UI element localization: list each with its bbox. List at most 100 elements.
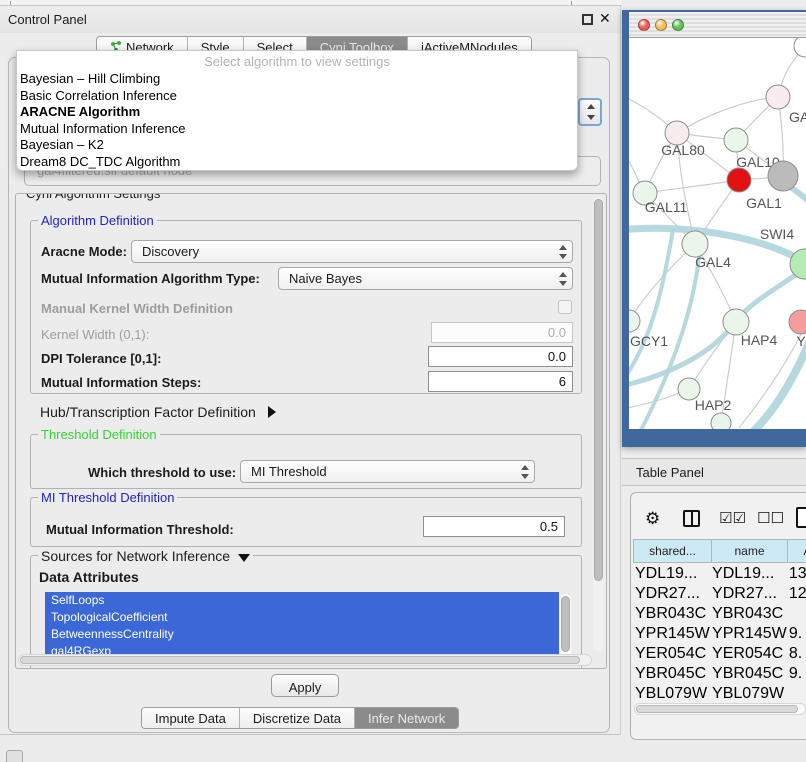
which-threshold-select[interactable]: MI Threshold	[240, 460, 535, 483]
deselect-all-icon[interactable]: ☐☐	[757, 509, 784, 527]
window-minimize-icon[interactable]	[655, 19, 667, 31]
node-label: GAL1	[746, 195, 782, 211]
column-header[interactable]: A	[788, 540, 806, 563]
which-threshold-label: Which threshold to use:	[88, 465, 236, 480]
algorithm-combo-stepper[interactable]	[578, 98, 602, 126]
column-manager-icon[interactable]	[683, 510, 700, 527]
network-canvas[interactable]: GALGAL80GAL10GAL1GAL11SWI4GAL4GCY1HAP4YH…	[629, 38, 806, 429]
cyni-mode-tabs: Impute DataDiscretize DataInfer Network	[141, 707, 459, 729]
mi-steps-label: Mutual Information Steps:	[41, 375, 201, 390]
tab-impute-data[interactable]: Impute Data	[142, 708, 240, 728]
node-label: GAL	[789, 109, 806, 125]
column-header[interactable]: name	[712, 540, 788, 563]
network-node-gal[interactable]	[766, 85, 790, 109]
combo-stepper-icon	[518, 464, 531, 480]
aracne-mode-select[interactable]: Discovery	[131, 240, 573, 263]
attribute-item[interactable]: TopologicalCoefficient	[45, 609, 559, 626]
node-label: SWI4	[760, 226, 794, 242]
group-title: Threshold Definition	[38, 427, 160, 442]
divider-tick	[571, 1, 572, 5]
mi-steps-field[interactable]: 6	[428, 371, 573, 392]
mi-algorithm-type-select[interactable]: Naive Bayes	[278, 267, 573, 290]
network-node[interactable]	[794, 38, 806, 57]
table-panel-titlebar: Table Panel	[622, 458, 806, 486]
minimized-panel-chip[interactable]	[6, 750, 23, 762]
aracne-mode-label: Aracne Mode:	[41, 244, 127, 259]
manual-kernel-checkbox[interactable]	[558, 300, 572, 314]
kernel-width-field[interactable]: 0.0	[431, 322, 573, 343]
table-row[interactable]: YBR043CYBR043C	[635, 605, 806, 623]
expand-expanded-icon[interactable]	[238, 554, 250, 562]
sources-toggle[interactable]: Sources for Network Inference	[38, 548, 253, 564]
network-window-titlebar[interactable]	[629, 12, 806, 38]
sources-group: Sources for Network Inference Data Attri…	[30, 555, 582, 669]
column-header[interactable]: shared...	[634, 540, 712, 563]
expand-collapsed-icon[interactable]	[268, 406, 276, 418]
cyni-algorithm-settings-group: Cyni Algorithm Settings Algorithm Defini…	[15, 193, 607, 669]
table-row[interactable]: YDL19...YDL19...13	[635, 565, 806, 583]
network-edge-thick[interactable]	[629, 230, 673, 380]
select-all-icon[interactable]: ☑☑	[719, 509, 746, 527]
kernel-width-label: Kernel Width (0,1):	[41, 327, 149, 342]
tab-infer-network[interactable]: Infer Network	[355, 708, 458, 728]
network-node-gcy1[interactable]	[629, 310, 640, 332]
network-node[interactable]	[711, 413, 731, 429]
table-row[interactable]: YDR27...YDR27...12	[635, 585, 806, 603]
table-horizontal-scrollbar[interactable]	[634, 703, 806, 715]
network-graph: GALGAL80GAL10GAL1GAL11SWI4GAL4GCY1HAP4YH…	[629, 38, 806, 429]
attribute-item[interactable]: SelfLoops	[45, 592, 559, 609]
table-row[interactable]: YER054CYER054C8.	[635, 645, 806, 663]
node-label: Y	[796, 333, 806, 349]
control-panel-title: Control Panel	[8, 12, 87, 27]
algorithm-option[interactable]: Basic Correlation Inference	[17, 88, 577, 105]
top-strip	[0, 0, 622, 6]
mi-threshold-definition-group: MI Threshold Definition Mutual Informati…	[30, 497, 582, 547]
algorithm-options: Bayesian – Hill ClimbingBasic Correlatio…	[17, 71, 577, 170]
node-label: HAP2	[695, 397, 732, 413]
network-edge[interactable]	[645, 180, 739, 193]
algorithm-definition-group: Algorithm Definition Aracne Mode: Discov…	[30, 220, 582, 394]
group-title: MI Threshold Definition	[38, 490, 177, 505]
combo-stepper-icon	[556, 244, 569, 260]
table-rows: YDL19...YDL19...13 YDR27...YDR27...12 YBR0…	[633, 563, 806, 701]
table-row[interactable]: YBR045CYBR045C9.	[635, 665, 806, 683]
network-node-y[interactable]	[789, 310, 806, 334]
dpi-tolerance-field[interactable]: 0.0	[428, 346, 573, 367]
network-node[interactable]	[768, 161, 798, 191]
algorithm-option[interactable]: ARACNE Algorithm	[17, 104, 577, 121]
mi-threshold-field[interactable]: 0.5	[423, 516, 565, 537]
algorithm-option[interactable]: Dream8 DC_TDC Algorithm	[17, 154, 577, 171]
apply-button[interactable]: Apply	[271, 674, 339, 697]
window-close-icon[interactable]	[638, 19, 650, 31]
network-node-gal10[interactable]	[724, 128, 748, 152]
settings-vertical-scrollbar[interactable]	[593, 197, 604, 651]
network-edge-thick[interactable]	[731, 338, 806, 429]
screen: Control Panel ✕ NetworkStyleSelectCyni T…	[0, 0, 806, 762]
table-panel-title: Table Panel	[636, 465, 704, 480]
float-window-icon[interactable]	[582, 14, 593, 25]
combo-stepper-icon	[556, 271, 569, 287]
document-icon[interactable]	[796, 507, 806, 528]
table-row[interactable]: YBL079WYBL079W	[635, 685, 806, 701]
table-row[interactable]: YPR145WYPR145W9.	[635, 625, 806, 643]
algorithm-option[interactable]: Mutual Information Inference	[17, 121, 577, 138]
threshold-definition-group: Threshold Definition Which threshold to …	[30, 434, 582, 489]
gear-icon[interactable]: ⚙	[645, 509, 660, 529]
hub-definition-toggle[interactable]: Hub/Transcription Factor Definition	[40, 404, 276, 420]
mi-type-label: Mutual Information Algorithm Type:	[41, 271, 260, 286]
control-panel-titlebar: Control Panel ✕	[0, 7, 620, 33]
tab-discretize-data[interactable]: Discretize Data	[240, 708, 355, 728]
settings-horizontal-scrollbar[interactable]	[18, 654, 592, 666]
attribute-item[interactable]: BetweennessCentrality	[45, 626, 559, 643]
algorithm-option[interactable]: Bayesian – Hill Climbing	[17, 71, 577, 88]
window-zoom-icon[interactable]	[672, 19, 684, 31]
node-label: GAL4	[695, 254, 731, 270]
close-icon[interactable]: ✕	[599, 10, 611, 27]
group-title: Cyni Algorithm Settings	[23, 193, 163, 201]
network-node-gal1[interactable]	[727, 168, 751, 192]
network-view-window[interactable]: GALGAL80GAL10GAL1GAL11SWI4GAL4GCY1HAP4YH…	[622, 10, 806, 447]
panel-edge	[620, 6, 621, 735]
network-edge[interactable]	[677, 97, 778, 133]
algorithm-option[interactable]: Bayesian – K2	[17, 137, 577, 154]
node-label: GAL80	[661, 142, 705, 158]
